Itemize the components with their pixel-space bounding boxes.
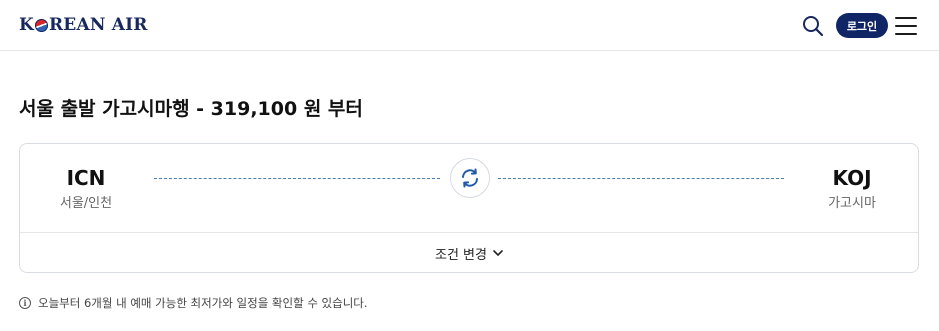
change-conditions-button[interactable]: 조건 변경 [20, 233, 918, 273]
menu-button[interactable] [895, 14, 919, 38]
origin-airport[interactable]: ICN 서울/인천 [26, 166, 146, 212]
swap-icon [462, 168, 478, 188]
origin-city: 서울/인천 [59, 196, 113, 211]
route-line-right [498, 178, 784, 179]
login-button[interactable]: 로그인 [836, 13, 888, 38]
logo-text: K REAN AIR [19, 15, 148, 35]
destination-code: KOJ [832, 166, 872, 190]
destination-city: 가고시마 [828, 196, 876, 211]
info-icon: i [19, 297, 31, 309]
hamburger-menu-icon [895, 17, 917, 19]
destination-airport[interactable]: KOJ 가고시마 [792, 166, 912, 212]
notice-text: 오늘부터 6개월 내 예매 가능한 최저가와 일정을 확인할 수 있습니다. [38, 296, 368, 310]
search-icon [803, 16, 824, 37]
chevron-down-icon [493, 249, 503, 257]
page-title: 서울 출발 가고시마행 - 319,100 원 부터 [19, 98, 363, 120]
search-button[interactable] [801, 14, 825, 38]
site-header: K REAN AIR 로그인 [0, 0, 939, 51]
info-notice: i 오늘부터 6개월 내 예매 가능한 최저가와 일정을 확인할 수 있습니다. [19, 295, 368, 311]
taeguk-logo-icon [34, 18, 48, 32]
korean-air-logo[interactable]: K REAN AIR [19, 13, 148, 37]
swap-route-button[interactable] [450, 158, 490, 198]
change-conditions-label: 조건 변경 [435, 247, 487, 263]
origin-code: ICN [66, 166, 106, 190]
route-card: ICN 서울/인천 KOJ 가고시마 조건 변경 [19, 143, 919, 273]
route-line-left [154, 178, 440, 179]
